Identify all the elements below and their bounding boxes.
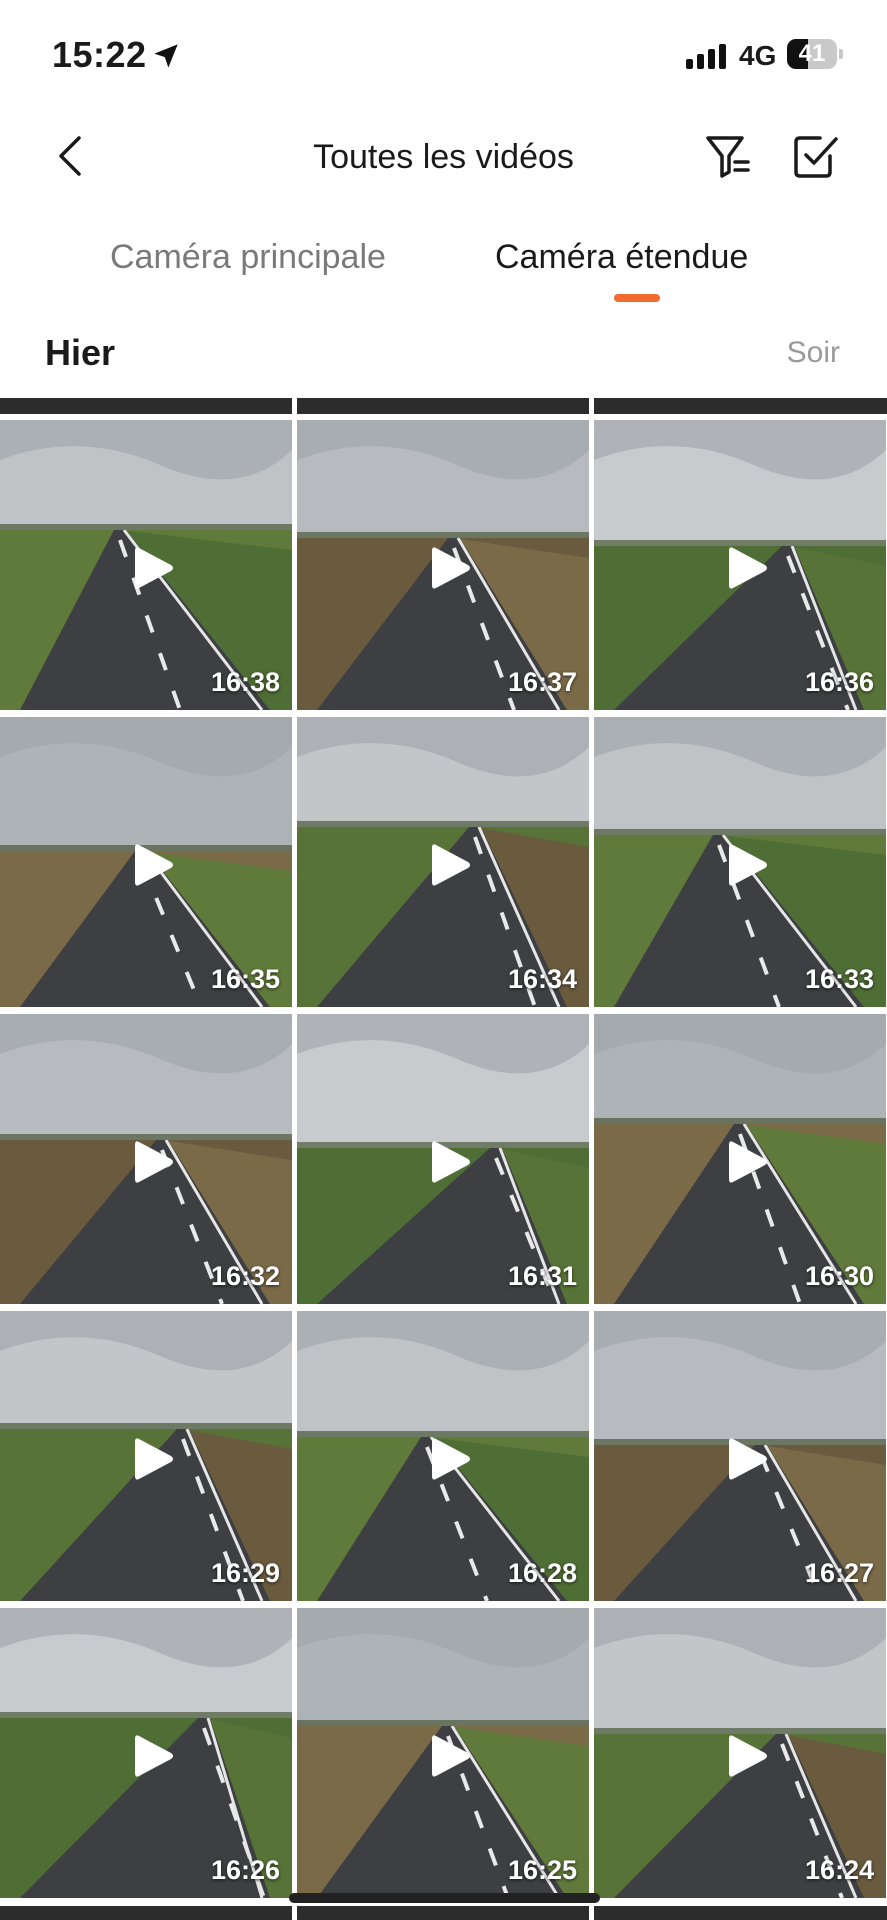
signal-icon — [686, 44, 726, 69]
video-thumbnail[interactable]: 16:27 — [594, 1311, 886, 1601]
tab-main-camera[interactable]: Caméra principale — [110, 238, 386, 277]
video-timestamp: 16:37 — [507, 667, 577, 697]
status-time: 15:22 — [52, 34, 147, 75]
video-thumbnail[interactable]: 16:37 — [297, 420, 589, 710]
play-icon — [432, 547, 470, 589]
play-icon — [432, 1141, 470, 1183]
video-timestamp: 16:28 — [507, 1558, 577, 1588]
video-timestamp: 16:27 — [804, 1558, 874, 1588]
play-icon — [729, 547, 767, 589]
play-icon — [432, 1735, 470, 1777]
active-tab-indicator — [614, 294, 660, 302]
next-row-edge — [594, 1906, 887, 1920]
play-icon — [135, 844, 173, 886]
play-icon — [432, 844, 470, 886]
video-timestamp: 16:33 — [804, 964, 874, 994]
home-indicator — [289, 1893, 600, 1903]
play-icon — [729, 1438, 767, 1480]
filter-icon — [706, 136, 750, 178]
play-icon — [135, 1438, 173, 1480]
location-arrow-icon — [152, 42, 180, 75]
previous-row-edge — [0, 398, 292, 414]
video-timestamp: 16:32 — [210, 1261, 280, 1291]
video-thumbnail[interactable]: 16:31 — [297, 1014, 589, 1304]
video-thumbnail[interactable]: 16:29 — [0, 1311, 292, 1601]
network-type: 4G — [739, 40, 777, 71]
play-icon — [729, 1141, 767, 1183]
previous-row-edge — [594, 398, 887, 414]
play-icon — [135, 547, 173, 589]
section-day: Hier — [45, 332, 116, 373]
video-thumbnail[interactable]: 16:36 — [594, 420, 886, 710]
video-thumbnail[interactable]: 16:24 — [594, 1608, 886, 1898]
battery-level: 41 — [798, 40, 826, 67]
video-thumbnail[interactable]: 16:38 — [0, 420, 292, 710]
battery-cap — [839, 49, 843, 59]
video-timestamp: 16:29 — [210, 1558, 280, 1588]
select-button[interactable] — [790, 130, 842, 182]
checkbox-icon — [794, 136, 838, 178]
video-thumbnail[interactable]: 16:34 — [297, 717, 589, 1007]
video-timestamp: 16:26 — [210, 1855, 280, 1885]
battery-icon: 41 — [787, 39, 837, 69]
video-thumbnail[interactable]: 16:30 — [594, 1014, 886, 1304]
play-icon — [729, 1735, 767, 1777]
previous-row-edge — [297, 398, 589, 414]
camera-tabs: Caméra principale Caméra étendue — [0, 220, 887, 310]
video-timestamp: 16:36 — [804, 667, 874, 697]
play-icon — [135, 1735, 173, 1777]
play-icon — [135, 1141, 173, 1183]
video-thumbnail[interactable]: 16:26 — [0, 1608, 292, 1898]
video-thumbnail[interactable]: 16:25 — [297, 1608, 589, 1898]
section-period: Soir — [786, 336, 840, 369]
video-timestamp: 16:31 — [507, 1261, 577, 1291]
video-timestamp: 16:30 — [804, 1261, 874, 1291]
date-section-header: Hier Soir — [0, 320, 887, 390]
next-row-edge — [297, 1906, 589, 1920]
play-icon — [432, 1438, 470, 1480]
play-icon — [729, 844, 767, 886]
video-thumbnail[interactable]: 16:32 — [0, 1014, 292, 1304]
status-bar: 15:22 4G 41 — [0, 0, 887, 110]
video-timestamp: 16:25 — [507, 1855, 577, 1885]
nav-header: Toutes les vidéos — [0, 110, 887, 200]
video-timestamp: 16:34 — [507, 964, 577, 994]
video-grid: 16:38 16:37 16:36 16:35 16:34 16:33 16:32 16:31… — [0, 398, 887, 1920]
video-thumbnail[interactable]: 16:35 — [0, 717, 292, 1007]
filter-button[interactable] — [702, 130, 754, 182]
tab-extended-camera[interactable]: Caméra étendue — [495, 238, 748, 277]
video-thumbnail[interactable]: 16:28 — [297, 1311, 589, 1601]
video-timestamp: 16:38 — [210, 667, 280, 697]
video-timestamp: 16:35 — [210, 964, 280, 994]
next-row-edge — [0, 1906, 292, 1920]
video-timestamp: 16:24 — [804, 1855, 874, 1885]
video-thumbnail[interactable]: 16:33 — [594, 717, 886, 1007]
